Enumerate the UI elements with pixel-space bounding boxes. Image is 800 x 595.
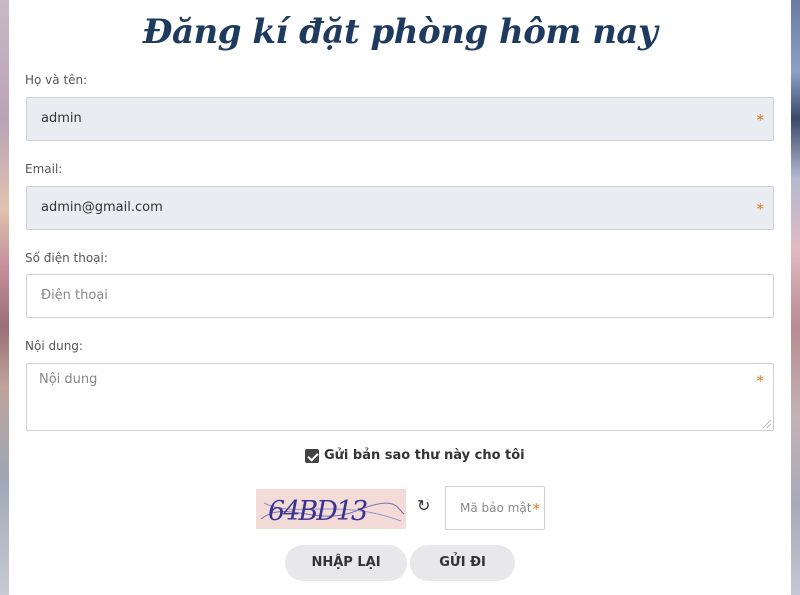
page-title: Đăng kí đặt phòng hôm nay — [142, 12, 658, 52]
email-label: Email: — [25, 162, 63, 176]
resize-handle-icon[interactable] — [763, 420, 771, 428]
reset-button[interactable]: NHẬP LẠI — [285, 545, 407, 581]
captcha-placeholder: Mã bảo mật — [460, 501, 532, 515]
copy-checkbox-label[interactable]: Gửi bản sao thư này cho tôi — [324, 448, 525, 463]
phone-field[interactable]: Điện thoại — [26, 274, 774, 318]
refresh-icon[interactable]: ↻ — [417, 496, 430, 515]
name-label: Họ và tên: — [25, 73, 88, 87]
captcha-text: 64BD13 — [268, 496, 367, 527]
content-label: Nội dung: — [25, 339, 83, 353]
name-value: admin — [41, 111, 82, 126]
copy-checkbox-row[interactable]: Gửi bản sao thư này cho tôi — [305, 448, 525, 463]
email-value: admin@gmail.com — [41, 200, 163, 215]
phone-label: Số điện thoại: — [25, 251, 108, 265]
content-textarea[interactable]: Nội dung * — [26, 363, 774, 431]
email-field[interactable]: admin@gmail.com * — [26, 186, 774, 230]
name-field[interactable]: admin * — [26, 97, 774, 141]
captcha-image: 64BD13 — [256, 489, 406, 529]
phone-placeholder: Điện thoại — [41, 288, 108, 303]
submit-button[interactable]: GỬI ĐI — [410, 545, 515, 581]
captcha-graphic: 64BD13 — [260, 496, 405, 527]
captcha-input[interactable]: Mã bảo mật * — [445, 486, 545, 530]
required-mark: * — [756, 200, 765, 218]
required-mark: * — [756, 111, 765, 129]
background-photo-right — [791, 0, 800, 595]
required-mark: * — [532, 500, 541, 518]
content-placeholder: Nội dung — [39, 372, 98, 387]
booking-form-panel: Đăng kí đặt phòng hôm nay Họ và tên: adm… — [9, 0, 791, 595]
background-photo-left — [0, 0, 9, 595]
required-mark: * — [756, 372, 765, 390]
copy-checkbox[interactable] — [305, 448, 319, 463]
